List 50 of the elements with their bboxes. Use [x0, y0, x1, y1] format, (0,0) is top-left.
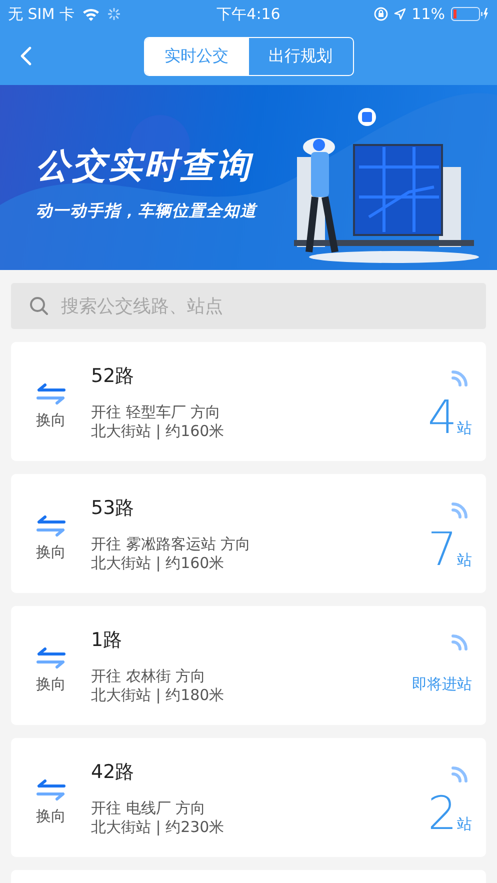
back-button[interactable]: [18, 44, 34, 68]
swap-direction-button[interactable]: 换向: [11, 515, 91, 562]
direction-text: 开往 电线厂 方向: [91, 798, 207, 818]
search-input[interactable]: 搜索公交线路、站点: [59, 294, 468, 318]
stops-unit: 站: [457, 418, 472, 438]
banner-title: 公交实时查询: [36, 145, 254, 188]
signal-icon: [450, 502, 468, 520]
route-card[interactable]: 换向 53路 开往 雾凇路客运站 方向 北大街站 | 约160米 7 站: [11, 474, 486, 593]
route-name: 52路: [91, 364, 136, 388]
swap-arrows-icon: [36, 383, 66, 405]
signal-icon: [450, 766, 468, 784]
signal-icon: [450, 634, 468, 652]
signal-icon: [450, 370, 468, 388]
stops-count: 2: [428, 788, 457, 838]
stops-unit: 站: [457, 550, 472, 570]
stop-distance-text: 北大街站 | 约180米: [91, 686, 226, 704]
stop-distance-text: 北大街站 | 约160米: [91, 422, 226, 440]
clock-text: 下午4:16: [216, 4, 280, 24]
rotation-lock-icon: [374, 7, 388, 21]
swap-arrows-icon: [36, 515, 66, 537]
direction-text: 开往 农林街 方向: [91, 666, 207, 686]
direction-text: 开往 轻型车厂 方向: [91, 402, 222, 422]
route-card[interactable]: 换向 42路 开往 电线厂 方向 北大街站 | 约230米 2 站: [11, 738, 486, 857]
swap-direction-button[interactable]: 换向: [11, 647, 91, 694]
location-icon: [394, 8, 406, 20]
route-card[interactable]: 换向 52路 开往 轻型车厂 方向 北大街站 | 约160米 4 站: [11, 342, 486, 461]
swap-direction-button[interactable]: 换向: [11, 383, 91, 430]
wifi-icon: [82, 7, 100, 21]
carrier-text: 无 SIM 卡: [8, 4, 74, 24]
search-icon: [29, 296, 49, 316]
arriving-status: 即将进站: [412, 674, 472, 694]
search-bar[interactable]: 搜索公交线路、站点: [11, 283, 486, 329]
swap-direction-button[interactable]: 换向: [11, 779, 91, 826]
stops-unit: 站: [457, 814, 472, 834]
swap-arrows-icon: [36, 779, 66, 801]
banner-subtitle: 动一动手指，车辆位置全知道: [36, 201, 257, 222]
direction-text: 开往 雾凇路客运站 方向: [91, 534, 252, 554]
stop-distance-text: 北大街站 | 约160米: [91, 554, 226, 572]
stops-count: 4: [428, 392, 457, 442]
route-card[interactable]: 换向 1路 开往 农林街 方向 北大街站 | 约180米 即将进站: [11, 606, 486, 725]
route-name: 53路: [91, 496, 136, 520]
swap-arrows-icon: [36, 647, 66, 669]
stops-count: 7: [428, 524, 457, 574]
stop-distance-text: 北大街站 | 约230米: [91, 818, 226, 836]
battery-icon: [451, 7, 489, 21]
route-name: 1路: [91, 628, 124, 652]
battery-text: 11%: [412, 5, 445, 23]
route-name: 42路: [91, 760, 136, 784]
banner[interactable]: 公交实时查询 动一动手指，车辆位置全知道: [0, 85, 497, 270]
loading-icon: [108, 8, 120, 20]
